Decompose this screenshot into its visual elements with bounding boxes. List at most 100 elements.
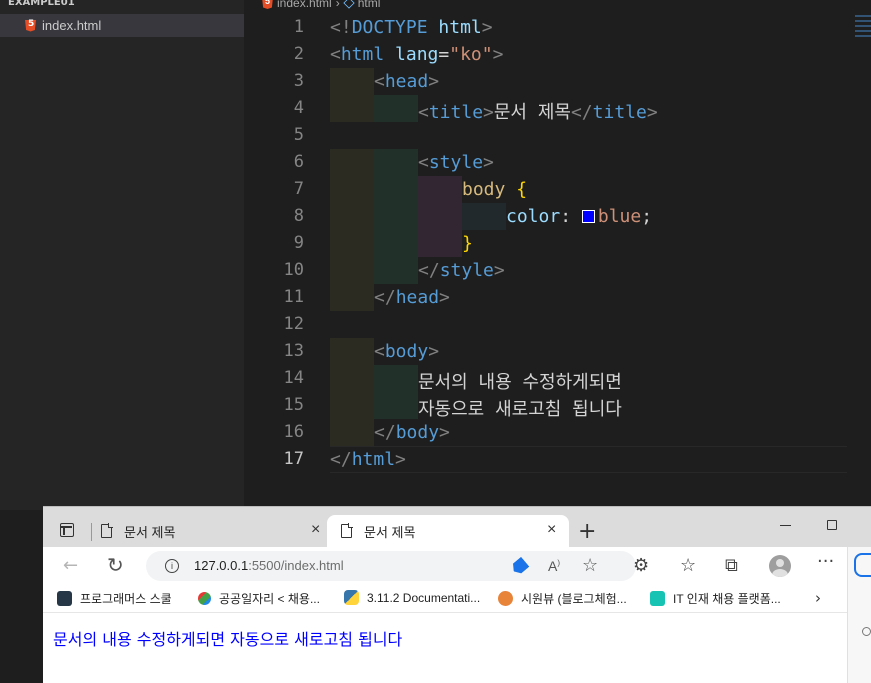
line-source[interactable]: </html> <box>330 449 406 470</box>
tab-active[interactable]: 문서 제목 × <box>327 515 569 547</box>
profile-avatar[interactable] <box>769 555 791 577</box>
explorer-file-label: index.html <box>42 18 102 33</box>
bookmark-item[interactable]: 3.11.2 Documentati... <box>344 590 480 605</box>
favorites-icon[interactable]: ☆ <box>680 555 696 576</box>
collections-icon[interactable]: ⧉ <box>725 555 738 576</box>
tab-actions-icon[interactable] <box>60 523 74 537</box>
code-token: </ <box>374 287 396 308</box>
add-favorite-icon[interactable]: ☆ <box>582 555 598 576</box>
bookmark-item[interactable]: 공공일자리 < 채용... <box>198 590 320 607</box>
code-line[interactable]: 13 <body> <box>244 338 871 365</box>
line-source[interactable]: </head> <box>374 287 450 308</box>
code-token: < <box>418 102 429 123</box>
code-line[interactable]: 8 color: blue; <box>244 203 871 230</box>
explorer-section-title[interactable]: EXAMPLE01 <box>8 0 75 8</box>
code-line[interactable]: 15 자동으로 새로고침 됩니다 <box>244 392 871 421</box>
code-token: > <box>439 422 450 443</box>
line-number: 10 <box>283 260 304 280</box>
line-number: 8 <box>293 206 304 226</box>
code-line[interactable]: 6 <style> <box>244 149 871 176</box>
bookmark-favicon <box>498 591 513 606</box>
code-line[interactable]: 11 </head> <box>244 284 871 311</box>
page-body-text: 문서의 내용 수정하게되면 자동으로 새로고침 됩니다 <box>53 630 403 649</box>
code-line[interactable]: 4 <title>문서 제목</title> <box>244 95 871 124</box>
code-token: blue <box>597 206 642 227</box>
line-source[interactable]: </style> <box>418 260 505 281</box>
indent-guide <box>418 203 462 230</box>
new-tab-button[interactable]: + <box>578 519 596 544</box>
minimap[interactable] <box>855 12 871 52</box>
refresh-icon[interactable]: ↻ <box>107 553 124 577</box>
extensions-icon[interactable]: ⚙ <box>633 555 649 576</box>
tab-inactive[interactable]: 문서 제목 × <box>101 515 327 547</box>
breadcrumb-file[interactable]: index.html <box>277 0 332 10</box>
close-icon[interactable]: × <box>311 521 320 539</box>
bookmark-label: IT 인재 채용 플랫폼... <box>673 592 781 606</box>
code-line[interactable]: 5 <box>244 122 871 149</box>
bookmark-item[interactable]: 시원뷰 (블로그체험... <box>498 590 627 607</box>
line-source[interactable]: </body> <box>374 422 450 443</box>
minimize-icon[interactable] <box>780 525 791 526</box>
code-line[interactable]: 7 body { <box>244 176 871 203</box>
bookmark-favicon <box>198 592 211 605</box>
bookmark-item[interactable]: IT 인재 채용 플랫폼... <box>650 590 781 607</box>
line-source[interactable]: body { <box>462 179 527 200</box>
indent-guide <box>374 149 418 176</box>
tab-title: 문서 제목 <box>364 524 416 540</box>
line-source[interactable]: <title>문서 제목</title> <box>418 98 658 124</box>
code-line[interactable]: 2 <html lang="ko"> <box>244 41 871 68</box>
address-bar[interactable]: i 127.0.0.1:5500/index.html A) ☆ <box>146 551 636 581</box>
line-number: 12 <box>283 314 304 334</box>
maximize-icon[interactable] <box>827 520 837 530</box>
price-tag-icon[interactable] <box>510 557 530 577</box>
code-line[interactable]: 10 </style> <box>244 257 871 284</box>
code-line[interactable]: 3 <head> <box>244 68 871 95</box>
bookmark-label: 프로그래머스 스쿨 <box>80 592 172 606</box>
line-source[interactable]: <!DOCTYPE html> <box>330 17 493 38</box>
line-source[interactable]: 문서의 내용 수정하게되면 <box>418 368 622 394</box>
code-line[interactable]: 16 </body> <box>244 419 871 446</box>
line-source[interactable]: <body> <box>374 341 439 362</box>
indent-guide <box>462 203 506 230</box>
explorer-panel: EXAMPLE01 index.html <box>0 0 244 510</box>
code-line[interactable]: 9} <box>244 230 871 257</box>
chevron-right-icon[interactable]: › <box>815 589 821 607</box>
code-token: > <box>428 71 440 92</box>
sidebar-pane <box>847 547 871 683</box>
line-source[interactable]: <head> <box>374 71 439 92</box>
line-source[interactable]: 자동으로 새로고침 됩니다 <box>418 395 622 421</box>
line-number: 4 <box>293 98 304 118</box>
more-options-icon[interactable]: ··· <box>817 551 834 572</box>
bookmark-item[interactable]: 프로그래머스 스쿨 <box>57 590 172 607</box>
code-token: body <box>384 341 429 362</box>
code-token: html <box>340 44 385 65</box>
color-swatch-icon[interactable] <box>581 210 595 223</box>
breadcrumb-symbol[interactable]: html <box>358 0 381 10</box>
code-line[interactable]: 17 </html> <box>244 446 871 473</box>
code-token: < <box>418 152 429 173</box>
explorer-file-index-html[interactable]: index.html <box>0 14 244 37</box>
url-text[interactable]: 127.0.0.1:5500/index.html <box>194 558 344 573</box>
indent-guide <box>374 365 418 392</box>
line-source[interactable]: <html lang="ko"> <box>330 44 503 65</box>
info-icon[interactable]: i <box>165 559 179 573</box>
search-icon[interactable] <box>862 627 871 636</box>
tab-divider <box>91 523 92 541</box>
code-token: < <box>374 71 385 92</box>
back-arrow-icon[interactable]: ← <box>63 555 78 576</box>
code-editor[interactable]: index.html › html 1<!DOCTYPE html>2<html… <box>244 0 871 510</box>
line-number: 6 <box>293 152 304 172</box>
copilot-icon[interactable] <box>854 553 871 577</box>
code-token: < <box>374 341 385 362</box>
read-aloud-icon[interactable]: A) <box>548 558 560 574</box>
line-number: 15 <box>283 395 304 415</box>
line-source[interactable]: color: blue; <box>506 206 652 227</box>
code-line[interactable]: 14 문서의 내용 수정하게되면 <box>244 365 871 394</box>
line-source[interactable]: } <box>462 233 473 254</box>
code-line[interactable]: 12 <box>244 311 871 338</box>
code-line[interactable]: 1 <!DOCTYPE html> <box>244 14 871 41</box>
line-source[interactable]: <style> <box>418 152 494 173</box>
close-icon[interactable]: × <box>547 521 556 539</box>
code-token: > <box>492 44 504 65</box>
